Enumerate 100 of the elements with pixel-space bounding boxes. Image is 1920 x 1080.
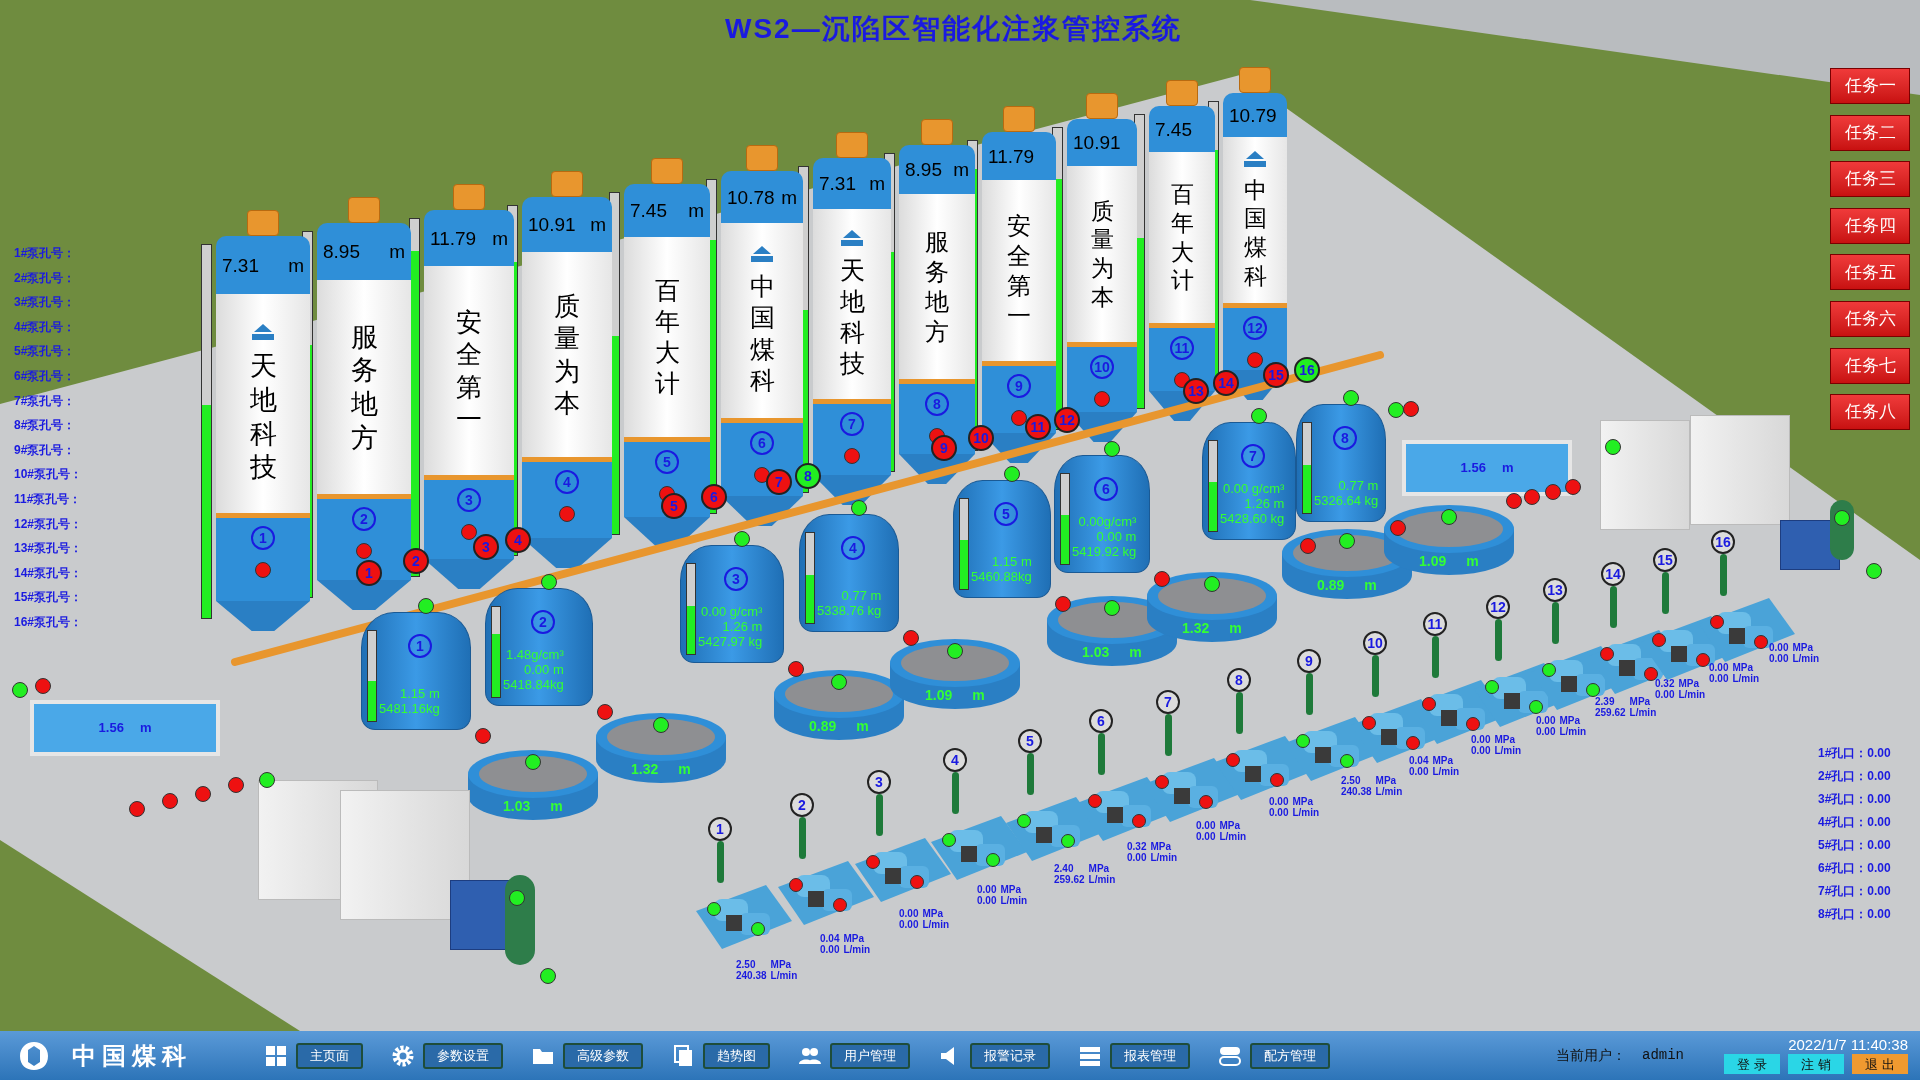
- tank-reading: 1.15 m: [400, 686, 440, 701]
- task-button[interactable]: 任务三: [1830, 161, 1910, 198]
- tank-reading: 5460.88kg: [971, 569, 1032, 584]
- unit-label: m: [972, 686, 985, 705]
- nav-button[interactable]: 主页面: [296, 1042, 363, 1069]
- nav-button[interactable]: 高级参数: [563, 1042, 643, 1069]
- silo-number: 1: [251, 526, 275, 550]
- tank-number: 2: [531, 610, 555, 634]
- unit-label: m: [1466, 552, 1479, 571]
- unit-label: MPa: [1792, 642, 1815, 653]
- unit-label: MPa: [1629, 696, 1652, 707]
- task-button[interactable]: 任务一: [1830, 68, 1910, 104]
- silo-slogan: 质量为本: [554, 289, 580, 420]
- task-button[interactable]: 任务四: [1830, 207, 1910, 244]
- pressure-reading: 0.00: [977, 884, 997, 895]
- silo-number: 10: [1090, 355, 1114, 379]
- tank-reading: 5481.16kg: [379, 701, 440, 716]
- pool-reading: 1.32: [1182, 619, 1210, 638]
- flow-reading: 0.00: [977, 895, 997, 906]
- task-button[interactable]: 任务五: [1830, 254, 1910, 291]
- nav-button[interactable]: 报表管理: [1110, 1042, 1190, 1069]
- level-reading: 10.79: [1229, 105, 1277, 125]
- pressure-reading: 0.00: [1709, 662, 1729, 673]
- hole-reading: 6#孔口：0.00: [1818, 860, 1891, 877]
- pump-hole-label: 8#泵孔号：: [14, 417, 76, 435]
- unit-label: MPa: [1088, 863, 1111, 874]
- silo-slogan: 天地科技: [839, 254, 865, 380]
- tank-reading: 0.77 m: [1338, 478, 1379, 493]
- flow-reading: 259.62: [1595, 707, 1626, 718]
- flow-reading: 0.00: [1769, 653, 1789, 664]
- unit-label: m: [590, 215, 606, 234]
- tank-reading: 1.48g/cm³: [505, 647, 564, 662]
- unit-label: MPa: [770, 959, 793, 970]
- unit-label: L/min: [770, 970, 798, 981]
- tank-reading: 5338.76 kg: [817, 603, 882, 618]
- pressure-reading: 0.00: [1269, 796, 1289, 807]
- hole-reading: 5#孔口：0.00: [1818, 837, 1891, 854]
- pump-hole-label: 15#泵孔号：: [14, 589, 83, 607]
- pool-reading: 1.03: [1082, 643, 1110, 662]
- unit-label: MPa: [922, 908, 945, 919]
- nav-button[interactable]: 趋势图: [703, 1042, 770, 1069]
- task-button[interactable]: 任务二: [1830, 114, 1910, 151]
- nav-button[interactable]: 用户管理: [830, 1042, 910, 1069]
- login-button[interactable]: 登 录: [1724, 1054, 1780, 1074]
- silo-slogan: 中国煤科: [1243, 175, 1267, 291]
- pressure-reading: 2.50: [736, 959, 757, 970]
- pump-hole-label: 5#泵孔号：: [14, 343, 76, 361]
- nav-button[interactable]: 参数设置: [423, 1042, 503, 1069]
- task-button[interactable]: 任务六: [1830, 301, 1910, 337]
- unit-label: L/min: [1432, 766, 1460, 777]
- unit-label: MPa: [1219, 820, 1242, 831]
- tank-number: 1: [408, 634, 432, 658]
- unit-label: L/min: [922, 919, 950, 930]
- silo-slogan: 安全第一: [456, 305, 482, 436]
- hole-reading: 7#孔口：0.00: [1818, 883, 1891, 900]
- unit-label: L/min: [1732, 673, 1760, 684]
- unit-label: L/min: [1219, 831, 1247, 842]
- pump-hole-label: 2#泵孔号：: [14, 269, 76, 287]
- tank-number: 7: [1241, 444, 1265, 468]
- tank-reading: 1.26 m: [722, 619, 763, 634]
- pressure-reading: 2.40: [1054, 863, 1075, 874]
- silo-slogan: 服务地方: [925, 226, 949, 347]
- tank-reading: 1.56: [1460, 459, 1486, 478]
- pool-reading: 1.03: [503, 797, 531, 816]
- silo-number: 7: [840, 412, 864, 436]
- flow-reading: 0.00: [899, 919, 919, 930]
- unit-label: MPa: [1732, 662, 1755, 673]
- silo-number: 4: [555, 470, 579, 494]
- silo-number: 6: [750, 431, 774, 455]
- task-button[interactable]: 任务八: [1830, 394, 1910, 431]
- logout-button[interactable]: 注 销: [1788, 1054, 1844, 1074]
- unit-label: m: [139, 719, 152, 738]
- tank-number: 8: [1333, 426, 1357, 450]
- pressure-reading: 0.04: [820, 933, 840, 944]
- pump-hole-label: 16#泵孔号：: [14, 614, 83, 631]
- tank-reading: 0.77 m: [841, 588, 882, 603]
- flow-reading: 259.62: [1054, 874, 1085, 885]
- tank-reading: 1.56: [98, 719, 124, 738]
- silo-slogan: 服务地方: [350, 319, 378, 455]
- exit-button[interactable]: 退 出: [1852, 1054, 1908, 1074]
- pump-hole-label: 10#泵孔号：: [14, 466, 83, 484]
- level-reading: 11.79: [430, 228, 477, 248]
- silo-number: 9: [1007, 374, 1031, 398]
- page-title: WS2—沉陷区智能化注浆管控系统: [725, 12, 1182, 46]
- silo-slogan: 百年大计: [1170, 180, 1194, 295]
- nav-button[interactable]: 报警记录: [970, 1042, 1050, 1069]
- hole-reading: 2#孔口：0.00: [1818, 768, 1891, 785]
- unit-label: m: [1229, 619, 1242, 638]
- unit-label: L/min: [1000, 895, 1028, 906]
- level-reading: 8.95: [323, 242, 360, 261]
- task-button[interactable]: 任务七: [1830, 347, 1910, 384]
- nav-button[interactable]: 配方管理: [1250, 1042, 1330, 1069]
- unit-label: m: [1501, 459, 1514, 478]
- tank-number: 3: [724, 567, 748, 591]
- level-reading: 8.95: [905, 160, 942, 179]
- unit-label: m: [688, 201, 704, 220]
- pump-hole-label: 11#泵孔号：: [14, 491, 82, 508]
- pressure-reading: 0.00: [1536, 715, 1556, 726]
- pool-reading: 0.89: [1317, 576, 1345, 595]
- flow-reading: 0.00: [1655, 689, 1675, 700]
